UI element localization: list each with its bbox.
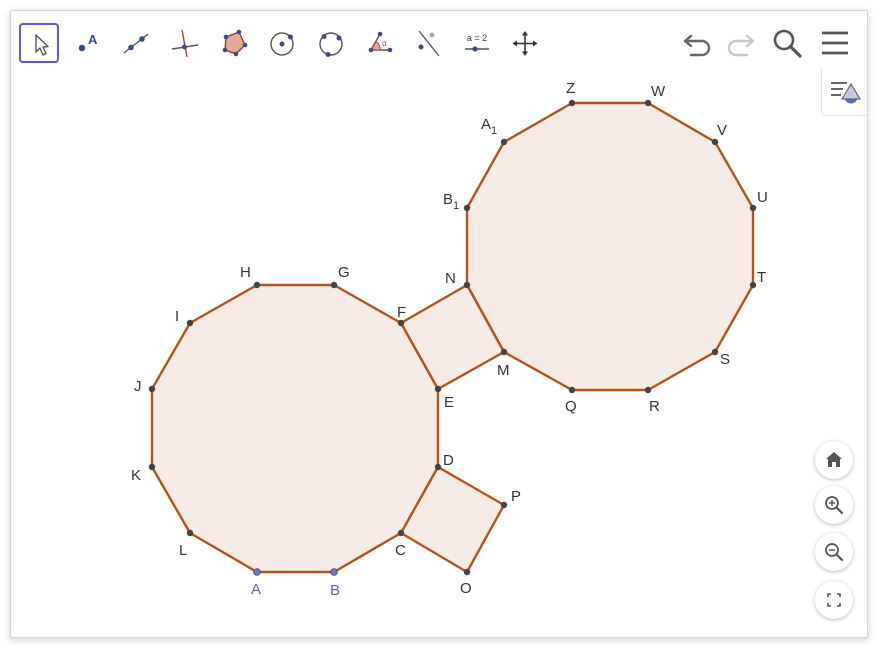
graphics-view[interactable]: A B C D E F G H I J K L M N O P Q R S T …: [11, 11, 867, 637]
point-l[interactable]: [186, 529, 194, 537]
geogebra-app: A α a = 2 A B C D E F G H I J K L M N O …: [10, 10, 868, 638]
point-b1[interactable]: [463, 204, 471, 212]
label-f: F: [397, 304, 406, 321]
label-r: R: [649, 398, 660, 415]
style-bar-icon: [831, 82, 861, 104]
point-a1[interactable]: [500, 138, 508, 146]
label-q: Q: [565, 398, 577, 415]
point-c[interactable]: [397, 529, 405, 537]
zoom-out-button[interactable]: [815, 533, 853, 571]
point-d[interactable]: [434, 463, 442, 471]
label-e: E: [444, 394, 454, 411]
label-m: M: [497, 362, 510, 379]
label-j: J: [134, 378, 142, 395]
point-q[interactable]: [568, 386, 576, 394]
point-g[interactable]: [330, 281, 338, 289]
point-z[interactable]: [568, 99, 576, 107]
standard-view-button[interactable]: [815, 441, 853, 479]
point-j[interactable]: [148, 385, 156, 393]
point-b[interactable]: [330, 568, 338, 576]
label-t: T: [757, 269, 766, 286]
label-i: I: [175, 308, 179, 325]
point-e[interactable]: [434, 385, 442, 393]
home-icon: [826, 452, 842, 467]
label-g: G: [338, 264, 350, 281]
polygon-dodecagon-left[interactable]: [150, 283, 440, 574]
style-bar-toggle-button[interactable]: [821, 69, 867, 116]
polygon-dodecagon-right[interactable]: [465, 101, 755, 392]
point-p[interactable]: [500, 501, 508, 509]
label-h: H: [240, 264, 251, 281]
label-p: P: [511, 488, 521, 505]
label-v: V: [717, 122, 727, 139]
label-z: Z: [566, 80, 575, 97]
label-b1: B1: [443, 191, 459, 212]
label-u: U: [757, 189, 768, 206]
label-c: C: [395, 542, 406, 559]
point-r[interactable]: [644, 386, 652, 394]
point-h[interactable]: [253, 281, 261, 289]
point-u[interactable]: [749, 204, 757, 212]
point-w[interactable]: [644, 99, 652, 107]
point-n[interactable]: [463, 281, 471, 289]
label-o: O: [460, 580, 472, 597]
fullscreen-icon: [827, 593, 841, 607]
point-a[interactable]: [253, 568, 261, 576]
point-k[interactable]: [148, 463, 156, 471]
label-a: A: [251, 581, 261, 598]
label-n: N: [445, 270, 456, 287]
zoom-in-icon: [825, 496, 844, 515]
label-w: W: [651, 83, 666, 100]
point-v[interactable]: [711, 138, 719, 146]
zoom-out-icon: [825, 543, 844, 562]
label-b: B: [330, 582, 340, 599]
label-k: K: [131, 467, 141, 484]
point-s[interactable]: [711, 348, 719, 356]
point-o[interactable]: [463, 568, 471, 576]
point-i[interactable]: [186, 319, 194, 327]
point-m[interactable]: [500, 348, 508, 356]
fullscreen-button[interactable]: [815, 581, 853, 619]
label-a1: A1: [481, 116, 497, 137]
label-l: L: [179, 542, 187, 559]
point-t[interactable]: [749, 281, 757, 289]
label-d: D: [443, 452, 454, 469]
zoom-in-button[interactable]: [815, 486, 853, 524]
label-s: S: [720, 351, 730, 368]
